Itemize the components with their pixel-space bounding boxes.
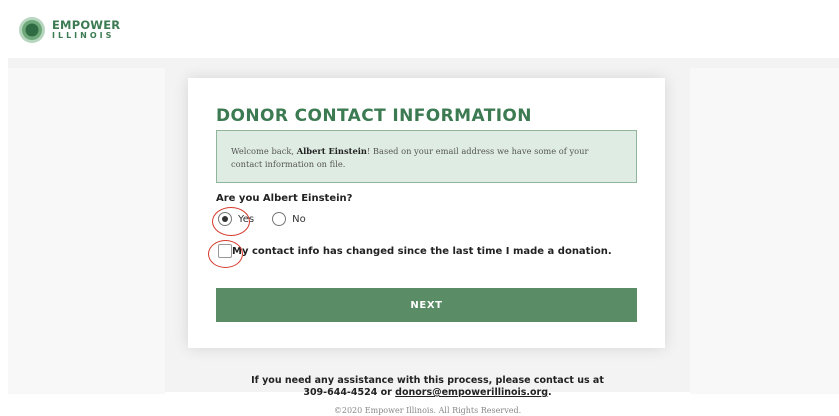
left-panel: [8, 68, 165, 394]
donor-contact-card: DONOR CONTACT INFORMATION Welcome back, …: [188, 78, 665, 348]
welcome-notice: Welcome back, Albert Einstein! Based on …: [216, 130, 637, 183]
site-header: EMPOWER ILLINOIS: [0, 0, 839, 58]
contact-changed-checkbox[interactable]: [218, 244, 232, 258]
contact-changed-label[interactable]: My contact info has changed since the la…: [232, 246, 612, 257]
help-line-1: If you need any assistance with this pro…: [251, 375, 604, 386]
logo-text-bottom: ILLINOIS: [52, 31, 115, 41]
identity-question: Are you Albert Einstein?: [216, 193, 353, 204]
page-title: DONOR CONTACT INFORMATION: [216, 106, 532, 126]
empower-logo-icon: [19, 17, 45, 43]
radio-no-label[interactable]: No: [292, 214, 306, 225]
radio-yes-label[interactable]: Yes: [238, 214, 254, 225]
help-end: .: [548, 387, 552, 398]
help-email-link[interactable]: donors@empowerillinois.org: [395, 387, 548, 398]
logo[interactable]: EMPOWER ILLINOIS: [18, 16, 120, 44]
logo-text-top: EMPOWER: [52, 17, 121, 32]
help-text: If you need any assistance with this pro…: [0, 375, 839, 399]
copyright: ©2020 Empower Illinois. All Rights Reser…: [333, 406, 522, 415]
notice-prefix: Welcome back,: [231, 146, 297, 156]
contact-changed-row[interactable]: My contact info has changed since the la…: [218, 244, 612, 258]
radio-yes-circle[interactable]: [218, 212, 232, 226]
help-phone: 309-644-4524 or: [303, 387, 396, 398]
help-line-2: 309-644-4524 or donors@empowerillinois.o…: [0, 387, 839, 399]
identity-radio-group: Yes No: [218, 212, 324, 226]
radio-yes[interactable]: Yes: [218, 212, 254, 226]
notice-name: Albert Einstein: [296, 146, 367, 156]
radio-no[interactable]: No: [272, 212, 306, 226]
right-panel: [690, 68, 839, 394]
radio-no-circle[interactable]: [272, 212, 287, 226]
next-button[interactable]: NEXT: [216, 288, 637, 322]
